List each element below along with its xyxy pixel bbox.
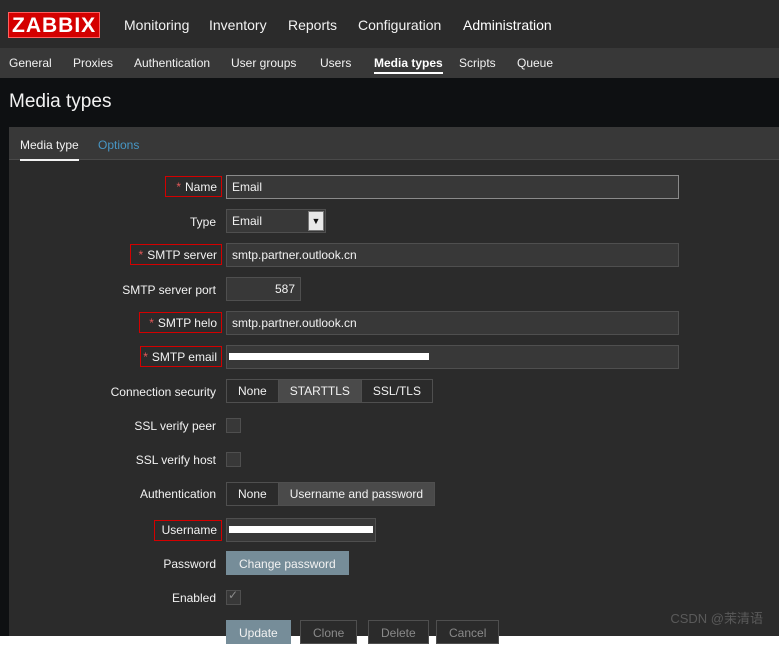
subnav-queue[interactable]: Queue: [517, 56, 553, 70]
menu-administration[interactable]: Administration: [463, 17, 552, 33]
smtp-helo-input[interactable]: smtp.partner.outlook.cn: [226, 311, 679, 335]
menu-reports[interactable]: Reports: [288, 17, 337, 33]
subnav-media-types[interactable]: Media types: [374, 56, 443, 74]
subnav-users[interactable]: Users: [320, 56, 351, 70]
cancel-button[interactable]: Cancel: [436, 620, 500, 644]
chevron-down-icon[interactable]: ▼: [308, 211, 324, 231]
redacted-username: [229, 526, 373, 533]
update-button[interactable]: Update: [226, 620, 291, 644]
tab-options[interactable]: Options: [98, 138, 139, 152]
enabled-label: Enabled: [171, 591, 216, 605]
conn-security-starttls[interactable]: STARTTLS: [278, 380, 362, 402]
type-select-value: Email: [232, 214, 263, 228]
name-label: * Name: [176, 180, 217, 194]
delete-button[interactable]: Delete: [368, 620, 429, 644]
change-password-button[interactable]: Change password: [226, 551, 349, 575]
redacted-email: [229, 353, 429, 360]
type-label: Type: [189, 215, 216, 229]
subnav-proxies[interactable]: Proxies: [73, 56, 113, 70]
password-label: Password: [163, 557, 216, 571]
sub-navigation: General Proxies Authentication User grou…: [0, 48, 779, 78]
ssl-verify-host-label: SSL verify host: [135, 453, 216, 467]
zabbix-logo[interactable]: ZABBIX: [8, 12, 101, 38]
smtp-email-label: * SMTP email: [143, 350, 217, 364]
subnav-scripts[interactable]: Scripts: [459, 56, 496, 70]
subnav-user-groups[interactable]: User groups: [231, 56, 296, 70]
csdn-watermark: CSDN @茉清语: [670, 611, 763, 626]
smtp-server-input[interactable]: smtp.partner.outlook.cn: [226, 243, 679, 267]
page-title: Media types: [9, 91, 112, 112]
smtp-port-label: SMTP server port: [122, 283, 216, 297]
ssl-verify-peer-checkbox[interactable]: [226, 418, 241, 433]
connection-security-toggle: None STARTTLS SSL/TLS: [226, 379, 433, 403]
menu-monitoring[interactable]: Monitoring: [124, 17, 189, 33]
subnav-authentication[interactable]: Authentication: [134, 56, 210, 70]
conn-security-ssltls[interactable]: SSL/TLS: [361, 380, 432, 402]
checkmark-icon: ✓: [228, 588, 239, 602]
authentication-label: Authentication: [139, 487, 216, 501]
subnav-general[interactable]: General: [9, 56, 52, 70]
enabled-checkbox[interactable]: ✓: [226, 588, 241, 605]
type-select[interactable]: Email ▼: [226, 209, 326, 233]
smtp-email-input[interactable]: [226, 345, 679, 369]
top-navigation: ZABBIX Monitoring Inventory Reports Conf…: [0, 0, 779, 48]
connection-security-label: Connection security: [110, 385, 216, 399]
clone-button[interactable]: Clone: [300, 620, 358, 644]
username-label: Username: [161, 523, 217, 537]
auth-none[interactable]: None: [227, 483, 279, 505]
authentication-toggle: None Username and password: [226, 482, 436, 506]
name-input[interactable]: Email: [226, 175, 679, 199]
username-input[interactable]: [226, 518, 376, 542]
smtp-helo-label: * SMTP helo: [149, 316, 217, 330]
auth-username-password[interactable]: Username and password: [278, 483, 435, 505]
menu-inventory[interactable]: Inventory: [209, 17, 267, 33]
menu-configuration[interactable]: Configuration: [358, 17, 441, 33]
smtp-server-label: * SMTP server: [138, 248, 217, 262]
conn-security-none[interactable]: None: [227, 380, 279, 402]
tab-media-type[interactable]: Media type: [20, 138, 79, 161]
ssl-verify-host-checkbox[interactable]: [226, 452, 241, 467]
form-tabs: Media type Options: [9, 127, 779, 161]
page-content: Media types Media type Options * Name Ema…: [0, 78, 779, 644]
smtp-port-input[interactable]: 587: [226, 277, 301, 301]
media-type-form-panel: Media type Options * Name Email Type Emai…: [9, 127, 779, 644]
ssl-verify-peer-label: SSL verify peer: [134, 419, 216, 433]
